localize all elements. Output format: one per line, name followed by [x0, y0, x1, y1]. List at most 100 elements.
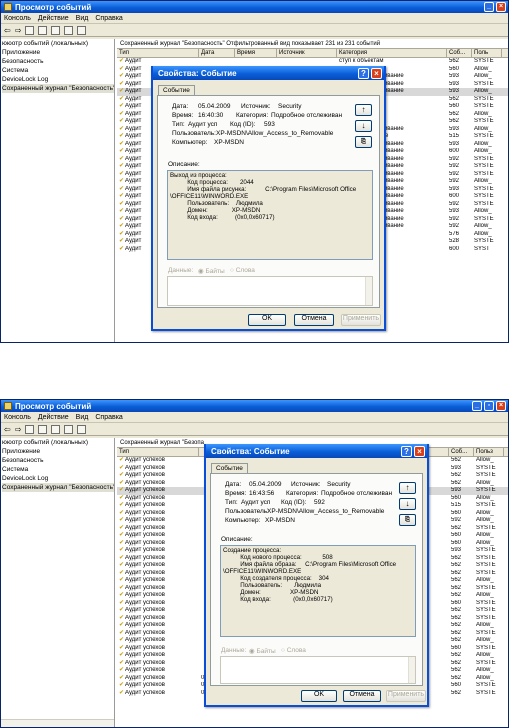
menu-view[interactable]: Вид — [76, 414, 89, 421]
col-user[interactable]: Польз — [474, 448, 504, 456]
tree-root[interactable]: ююотр событий (локальных) — [2, 438, 114, 447]
export-icon[interactable] — [77, 424, 87, 434]
menu-action[interactable]: Действие — [38, 414, 69, 421]
tree-hscrollbar[interactable] — [1, 719, 114, 727]
col-id[interactable]: Соб... — [447, 49, 472, 57]
description-box[interactable]: Создание процесса: Код нового процесса: … — [220, 545, 416, 637]
tree-application[interactable]: Приложение — [2, 48, 114, 57]
description-line: Код входа: (0x0,0x60717) — [223, 596, 333, 603]
cancel-button[interactable]: Отмена — [343, 690, 381, 702]
row-type: ✔Аудит успехов — [117, 607, 199, 615]
dialog-help-button[interactable]: ? — [358, 67, 369, 79]
top-toolbar: ⇦ ⇨ — [1, 24, 508, 37]
minimize-button[interactable]: _ — [472, 401, 482, 411]
data-box[interactable] — [167, 276, 373, 306]
properties-icon[interactable] — [51, 424, 61, 434]
code-value: 593 — [264, 121, 275, 128]
row-type-label: Аудит — [125, 230, 142, 237]
down-arrow-button[interactable]: ↓ — [399, 498, 416, 510]
show-tree-icon[interactable] — [38, 424, 48, 434]
cancel-button[interactable]: Отмена — [294, 314, 334, 326]
dialog-close-button[interactable]: × — [371, 67, 382, 79]
back-arrow-icon[interactable]: ⇦ — [4, 425, 11, 434]
tree-security[interactable]: Безопасность — [2, 57, 114, 66]
apply-button[interactable]: Применить — [386, 690, 426, 702]
bytes-radio[interactable]: ◉ Байты — [198, 267, 225, 275]
menu-console[interactable]: Консоль — [4, 414, 31, 421]
tree-root[interactable]: ююотр событий (локальных) — [2, 39, 114, 48]
col-date[interactable]: Дата — [199, 49, 235, 57]
col-user[interactable]: Поль — [472, 49, 502, 57]
table-row[interactable]: ✔Аудит ступ к объектам 562 SYSTE — [117, 58, 508, 66]
down-arrow-button[interactable]: ↓ — [355, 120, 372, 132]
description-box[interactable]: Выход из процесса: Код процесса: 2044 Им… — [167, 170, 373, 260]
menu-console[interactable]: Консоль — [4, 15, 31, 22]
bytes-radio[interactable]: ◉ Байты — [249, 647, 276, 655]
col-type[interactable]: Тип — [117, 448, 199, 456]
source-label: Источник: — [291, 481, 321, 488]
source-value: Security — [278, 103, 302, 110]
col-type[interactable]: Тип — [117, 49, 199, 57]
row-event-id: 515 — [451, 502, 462, 508]
row-user: Allow_ — [476, 479, 494, 486]
properties-icon[interactable] — [51, 25, 61, 35]
ok-button[interactable]: OK — [301, 690, 337, 702]
minimize-button[interactable]: _ — [484, 2, 494, 12]
help-icon[interactable] — [64, 424, 74, 434]
copy-button[interactable]: ⎘ — [355, 136, 372, 148]
tree-system[interactable]: Система — [2, 465, 114, 474]
row-user: SYSTE — [474, 193, 494, 199]
row-type: ✔Аудит успехов — [117, 532, 199, 540]
dialog-help-button[interactable]: ? — [401, 445, 412, 457]
tab-event[interactable]: Событие — [158, 85, 195, 95]
back-arrow-icon[interactable]: ⇦ — [4, 26, 11, 35]
apply-button[interactable]: Применить — [341, 314, 381, 326]
export-icon[interactable] — [77, 25, 87, 35]
tree-devicelock[interactable]: DeviceLock Log — [2, 474, 114, 483]
tree-application[interactable]: Приложение — [2, 447, 114, 456]
forward-arrow-icon[interactable]: ⇨ — [15, 26, 22, 35]
menu-view[interactable]: Вид — [76, 15, 89, 22]
tree-system[interactable]: Система — [2, 66, 114, 75]
code-label: Код (ID): — [230, 121, 256, 128]
forward-arrow-icon[interactable]: ⇨ — [15, 425, 22, 434]
tree-saved-security[interactable]: Сохраненный журнал "Безопасность" — [2, 483, 114, 492]
tree-saved-security[interactable]: Сохраненный журнал "Безопасность" — [2, 84, 114, 93]
row-user: SYSTE — [476, 524, 496, 531]
up-arrow-button[interactable]: ↑ — [355, 104, 372, 116]
close-window-button[interactable]: × — [496, 2, 506, 12]
words-radio[interactable]: ○ Слова — [230, 267, 255, 274]
help-icon[interactable] — [64, 25, 74, 35]
row-event-id: 592 — [449, 200, 460, 207]
menu-help[interactable]: Справка — [95, 414, 122, 421]
row-event-id: 562 — [451, 569, 462, 576]
row-type-label: Аудит — [125, 80, 142, 87]
up-arrow-button[interactable]: ↑ — [399, 482, 416, 494]
words-radio[interactable]: ○ Слова — [281, 647, 306, 654]
col-id[interactable]: Соб... — [449, 448, 474, 456]
row-event-id: 562 — [451, 524, 462, 531]
up-folder-icon[interactable] — [25, 25, 35, 35]
col-time[interactable]: Время — [235, 49, 277, 57]
row-event-id: 560 — [451, 599, 462, 606]
show-tree-icon[interactable] — [38, 25, 48, 35]
dialog-close-button[interactable]: × — [414, 445, 425, 457]
tree-devicelock[interactable]: DeviceLock Log — [2, 75, 114, 84]
copy-button[interactable]: ⎘ — [399, 514, 416, 526]
maximize-button[interactable]: ▫ — [484, 401, 494, 411]
up-folder-icon[interactable] — [25, 424, 35, 434]
data-scrollbar[interactable] — [408, 657, 415, 683]
row-type: ✔Аудит успехов — [117, 690, 199, 698]
col-source[interactable]: Источник — [277, 49, 337, 57]
data-box[interactable] — [220, 656, 416, 684]
tab-event[interactable]: Событие — [211, 463, 248, 473]
tree-security[interactable]: Безопасность — [2, 456, 114, 465]
menu-action[interactable]: Действие — [38, 15, 69, 22]
col-category[interactable]: Категория — [337, 49, 447, 57]
row-user: SYSTE — [476, 689, 496, 696]
ok-button[interactable]: OK — [248, 314, 286, 326]
close-window-button[interactable]: × — [496, 401, 506, 411]
row-event-id: 562 — [451, 457, 462, 463]
menu-help[interactable]: Справка — [95, 15, 122, 22]
data-scrollbar[interactable] — [365, 277, 372, 305]
